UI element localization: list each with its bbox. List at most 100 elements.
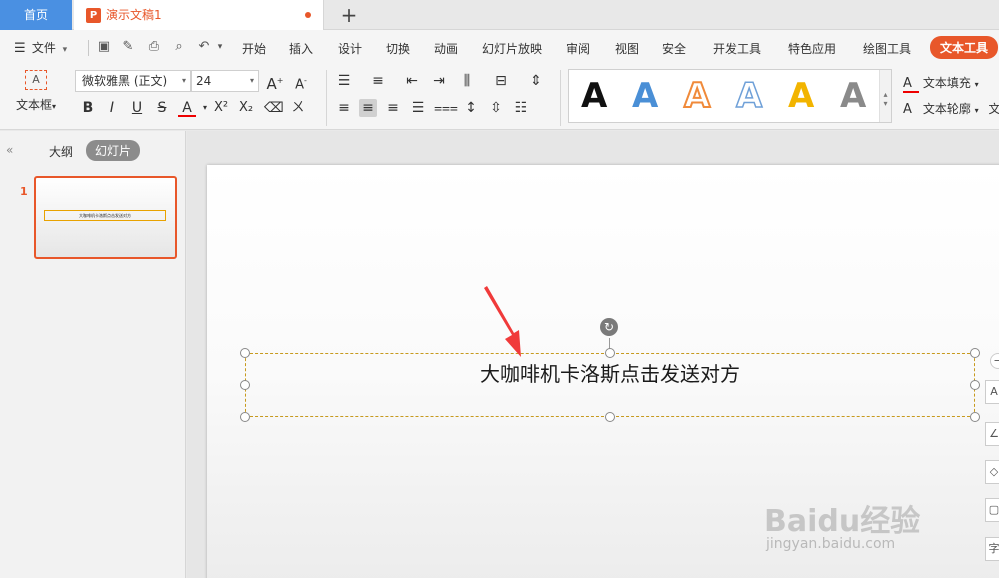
text-style-black[interactable]: A	[581, 76, 607, 116]
align-text-icon[interactable]: ⇕	[527, 72, 545, 90]
menu-developer[interactable]: 开发工具	[713, 40, 761, 57]
align-center-icon[interactable]: ≡	[359, 99, 377, 117]
ribbon: A 文本框▾ 微软雅黑 (正文) ▾ 24 ▾ A+ A- B I U S A …	[0, 64, 999, 130]
bullet-list-icon[interactable]: ☰	[335, 72, 353, 90]
increase-indent-icon[interactable]: ⇥	[430, 72, 448, 90]
text-style-gold[interactable]: A	[788, 76, 814, 116]
textbox-label: 文本框	[15, 98, 52, 112]
subscript-icon[interactable]: X₂	[237, 99, 255, 117]
resize-handle-top[interactable]	[605, 348, 615, 358]
undo-icon[interactable]: ↶	[196, 39, 212, 55]
textbox-text[interactable]: 大咖啡机卡洛斯点击发送对方	[246, 358, 974, 387]
menu-icon: ☰	[14, 41, 26, 56]
resize-handle-bottom-right[interactable]	[970, 412, 980, 422]
float-text-icon[interactable]: 字	[985, 537, 999, 561]
menu-security[interactable]: 安全	[662, 40, 686, 57]
chevron-down-icon: ▾	[974, 106, 979, 115]
resize-handle-top-left[interactable]	[240, 348, 250, 358]
resize-handle-top-right[interactable]	[970, 348, 980, 358]
menu-animation[interactable]: 动画	[434, 40, 458, 57]
underline-icon[interactable]: U	[128, 99, 146, 117]
tab-slides[interactable]: 幻灯片	[86, 140, 141, 161]
text-columns-icon[interactable]: ⫼	[458, 72, 476, 90]
text-box[interactable]: 大咖啡机卡洛斯点击发送对方	[245, 353, 975, 417]
menu-design[interactable]: 设计	[338, 40, 362, 57]
presentation-icon: P	[86, 8, 101, 23]
decrease-indent-icon[interactable]: ⇤	[403, 72, 421, 90]
unsaved-dot-icon	[305, 12, 311, 18]
text-outline-button[interactable]: A 文本轮廓 ▾ 文	[903, 100, 999, 117]
print-icon[interactable]: ⎙	[146, 39, 162, 55]
text-fill-button[interactable]: A 文本填充 ▾	[903, 74, 979, 93]
numbered-list-icon[interactable]: ≡	[369, 72, 387, 90]
tab-document[interactable]: P 演示文稿1	[74, 0, 324, 30]
clear-format-icon[interactable]: ⌫	[264, 99, 284, 117]
superscript-icon[interactable]: X²	[212, 99, 230, 117]
bold-icon[interactable]: B	[79, 99, 97, 117]
resize-handle-left[interactable]	[240, 380, 250, 390]
menu-drawing-tools[interactable]: 绘图工具	[863, 40, 911, 57]
text-style-gray[interactable]: A	[840, 76, 866, 116]
float-fill-icon[interactable]: ◇	[985, 460, 999, 484]
format-painter-icon[interactable]: ✎	[120, 39, 136, 55]
text-style-blue-outline[interactable]: A	[735, 75, 763, 117]
paragraph-spacing-icon[interactable]: ⇳	[487, 99, 505, 117]
font-color-icon[interactable]: A	[178, 99, 196, 117]
resize-handle-right[interactable]	[970, 380, 980, 390]
strikethrough-icon[interactable]: S	[153, 99, 171, 117]
resize-handle-bottom[interactable]	[605, 412, 615, 422]
tab-home[interactable]: 首页	[0, 0, 72, 30]
menu-insert[interactable]: 插入	[289, 40, 313, 57]
align-left-icon[interactable]: ≡	[335, 99, 353, 117]
file-menu[interactable]: ☰ 文件 ▾	[14, 39, 67, 56]
justify-icon[interactable]: ☰	[409, 99, 427, 117]
menu-view[interactable]: 视图	[615, 40, 639, 57]
save-icon[interactable]: ▣	[96, 39, 112, 55]
float-line-icon[interactable]: ∠	[985, 422, 999, 446]
title-bar: 首页 P 演示文稿1 +	[0, 0, 999, 30]
line-spacing-icon[interactable]: ↕	[462, 99, 480, 117]
slides-pane: « 大纲 幻灯片 1 大咖啡机卡洛斯点击发送对方	[0, 131, 186, 578]
text-fill-label: 文本填充	[922, 76, 971, 90]
paragraph-settings-icon[interactable]: ☷	[512, 99, 530, 117]
text-direction-icon[interactable]: ⊟	[492, 72, 510, 90]
print-preview-icon[interactable]: ⌕	[171, 39, 187, 55]
divider	[326, 70, 327, 126]
textbox-button[interactable]: A 文本框▾	[10, 70, 62, 113]
text-style-orange-outline[interactable]: A	[683, 75, 711, 117]
font-name-select[interactable]: 微软雅黑 (正文) ▾	[75, 70, 191, 92]
watermark-url: jingyan.baidu.com	[766, 536, 896, 552]
float-collapse-icon[interactable]: −	[990, 353, 999, 369]
text-style-gallery: A A A A A A ▴ ▾	[568, 69, 892, 123]
menu-bar: ☰ 文件 ▾ ▣ ✎ ⎙ ⌕ ↶ ▾ 开始 插入 设计 切换 动画 幻灯片放映 …	[0, 30, 999, 64]
font-size-select[interactable]: 24 ▾	[191, 70, 259, 92]
resize-handle-bottom-left[interactable]	[240, 412, 250, 422]
decrease-font-size-icon[interactable]: A-	[292, 72, 310, 92]
menu-text-tools[interactable]: 文本工具	[930, 36, 999, 59]
distributed-icon[interactable]: ⩶	[434, 99, 458, 117]
align-right-icon[interactable]: ≡	[384, 99, 402, 117]
gallery-scroll[interactable]: ▴ ▾	[879, 70, 891, 122]
italic-icon[interactable]: I	[103, 99, 121, 117]
increase-font-size-icon[interactable]: A+	[266, 72, 284, 93]
font-size-value: 24	[196, 74, 212, 88]
float-text-style-icon[interactable]: A	[985, 380, 999, 404]
undo-dropdown-icon[interactable]: ▾	[212, 39, 228, 55]
tab-outline[interactable]: 大纲	[49, 143, 73, 160]
float-frame-icon[interactable]: ▢	[985, 498, 999, 522]
text-style-blue[interactable]: A	[632, 76, 658, 116]
collapse-pane-icon[interactable]: «	[6, 143, 13, 157]
watermark-main: Baidu经验	[764, 504, 921, 539]
menu-review[interactable]: 审阅	[566, 40, 590, 57]
menu-slideshow[interactable]: 幻灯片放映	[482, 40, 542, 57]
rotate-icon[interactable]: ↻	[600, 318, 618, 336]
menu-special[interactable]: 特色应用	[788, 40, 836, 57]
thumbnail-textbox: 大咖啡机卡洛斯点击发送对方	[44, 210, 166, 221]
slide-thumbnail[interactable]: 大咖啡机卡洛斯点击发送对方	[34, 176, 177, 259]
menu-transition[interactable]: 切换	[386, 40, 410, 57]
text-fill-icon: A	[903, 76, 919, 93]
menu-start[interactable]: 开始	[242, 40, 266, 57]
new-tab-button[interactable]: +	[338, 3, 360, 27]
document-name: 演示文稿1	[106, 8, 162, 22]
phonetic-guide-icon[interactable]: ㄨ	[289, 99, 307, 117]
